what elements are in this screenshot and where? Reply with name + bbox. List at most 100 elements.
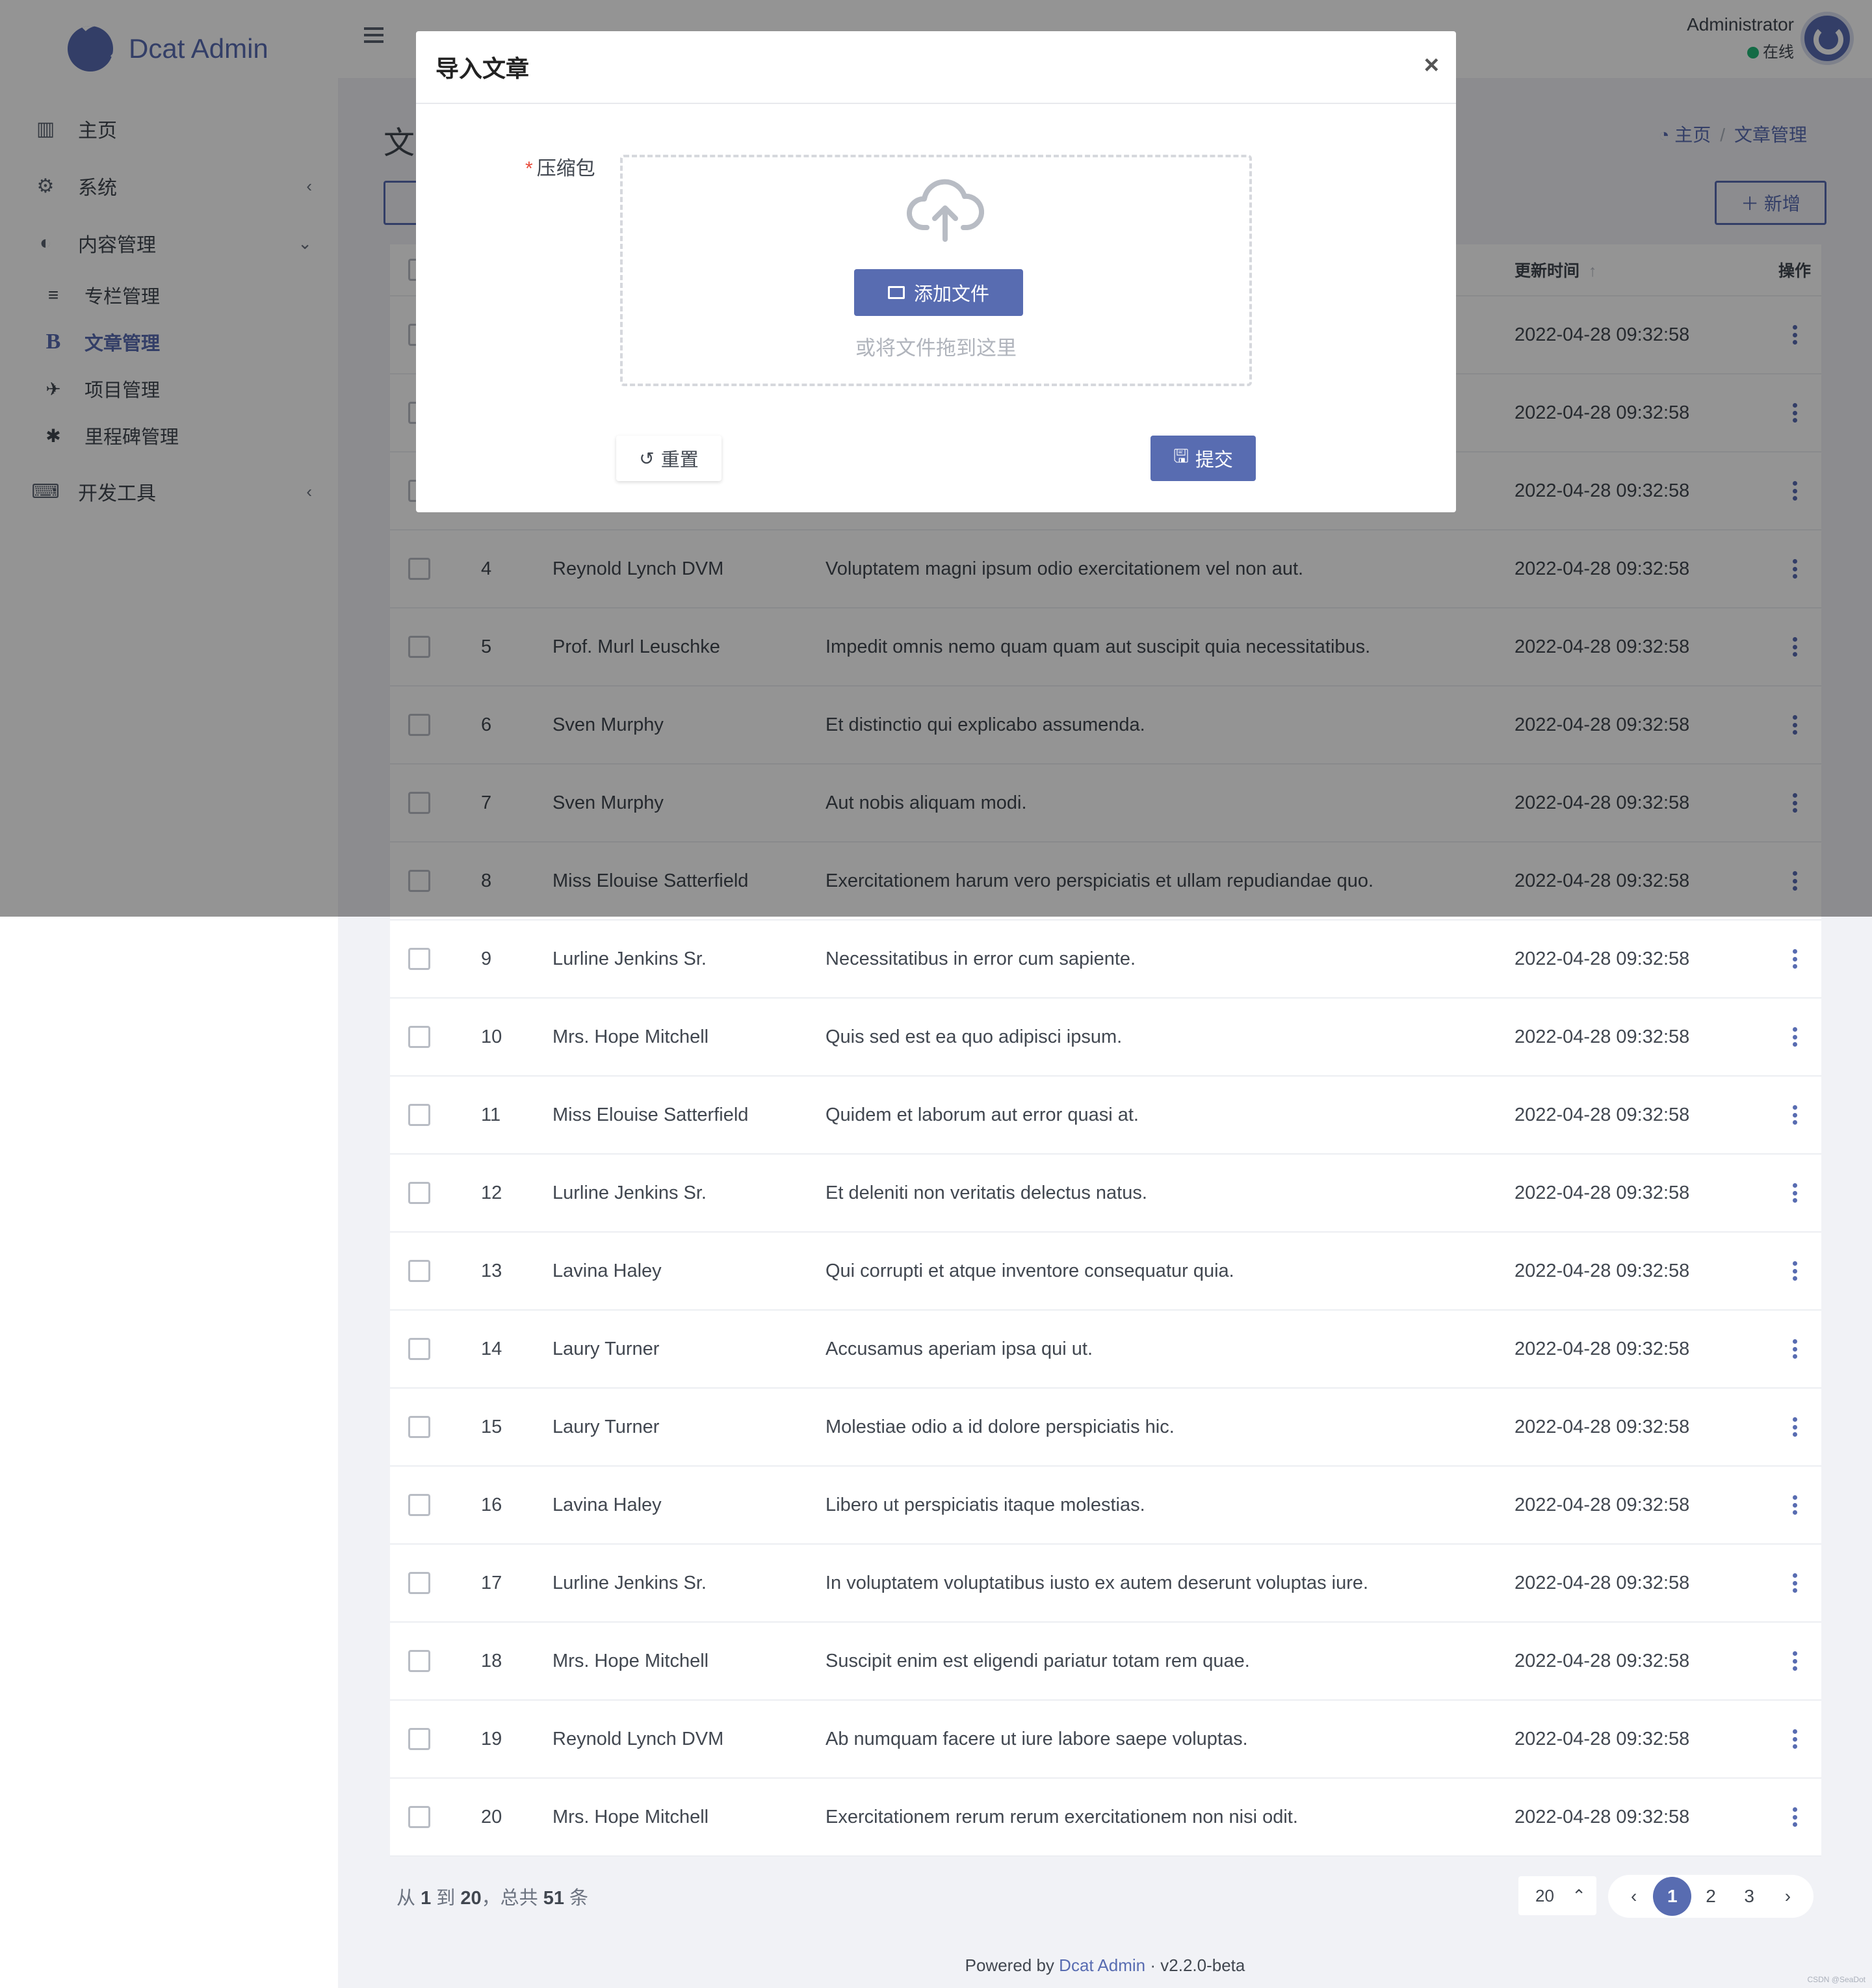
submit-button[interactable]: 🖫 提交 xyxy=(1150,436,1256,481)
table-row[interactable]: 20 Mrs. Hope Mitchell Exercitationem rerum… xyxy=(390,1779,1821,1857)
cell-title: Ab numquam facere ut iure labore saepe v… xyxy=(826,1728,1248,1749)
cell-id: 10 xyxy=(481,1026,502,1047)
more-vertical-icon[interactable] xyxy=(1791,1651,1798,1671)
table-row[interactable]: 14 Laury Turner Accusamus aperiam ipsa qui… xyxy=(390,1311,1821,1389)
cell-author: Mrs. Hope Mitchell xyxy=(552,1650,709,1671)
row-actions[interactable] xyxy=(1768,1183,1821,1203)
more-vertical-icon[interactable] xyxy=(1791,1339,1798,1359)
cell-title: Quidem et laborum aut error quasi at. xyxy=(826,1104,1139,1125)
table-row[interactable]: 11 Miss Elouise Satterfield Quidem et labo… xyxy=(390,1077,1821,1155)
cell-updated-time: 2022-04-28 09:32:58 xyxy=(1514,1728,1690,1749)
cell-author: Mrs. Hope Mitchell xyxy=(552,1806,709,1827)
row-checkbox[interactable] xyxy=(408,1650,430,1672)
more-vertical-icon[interactable] xyxy=(1791,1261,1798,1281)
row-checkbox[interactable] xyxy=(408,1806,430,1828)
more-vertical-icon[interactable] xyxy=(1791,1417,1798,1437)
more-vertical-icon[interactable] xyxy=(1791,1807,1798,1827)
page-2-button[interactable]: 2 xyxy=(1691,1877,1730,1916)
per-page-select[interactable]: 20 ⌃ xyxy=(1518,1876,1596,1915)
cell-id: 12 xyxy=(481,1182,502,1203)
pagination: ‹ 1 2 3 › xyxy=(1608,1875,1814,1918)
row-checkbox-cell xyxy=(390,1338,481,1360)
cell-updated-time: 2022-04-28 09:32:58 xyxy=(1514,1104,1690,1125)
add-file-button[interactable]: 添加文件 xyxy=(854,269,1023,316)
row-checkbox[interactable] xyxy=(408,1260,430,1282)
row-checkbox[interactable] xyxy=(408,1572,430,1594)
more-vertical-icon[interactable] xyxy=(1791,1183,1798,1203)
cell-updated-time: 2022-04-28 09:32:58 xyxy=(1514,1182,1690,1203)
more-vertical-icon[interactable] xyxy=(1791,949,1798,969)
summary-total: 51 xyxy=(543,1888,564,1909)
reset-button[interactable]: ↺ 重置 xyxy=(616,436,722,481)
cell-title: Qui corrupti et atque inventore consequa… xyxy=(826,1260,1234,1281)
page-1-button[interactable]: 1 xyxy=(1653,1877,1692,1916)
row-actions[interactable] xyxy=(1768,1573,1821,1593)
more-vertical-icon[interactable] xyxy=(1791,1573,1798,1593)
table-row[interactable]: 17 Lurline Jenkins Sr. In voluptatem volup… xyxy=(390,1545,1821,1623)
row-checkbox-cell xyxy=(390,1728,481,1750)
footer: Powered by Dcat Admin · v2.2.0-beta xyxy=(0,1955,1872,1976)
more-vertical-icon[interactable] xyxy=(1791,1729,1798,1749)
table-row[interactable]: 19 Reynold Lynch DVM Ab numquam facere ut … xyxy=(390,1701,1821,1779)
row-actions[interactable] xyxy=(1768,1729,1821,1749)
row-checkbox-cell xyxy=(390,948,481,970)
cell-title: Quis sed est ea quo adipisci ipsum. xyxy=(826,1026,1123,1047)
table-row[interactable]: 10 Mrs. Hope Mitchell Quis sed est ea quo … xyxy=(390,999,1821,1077)
chevron-up-icon: ⌃ xyxy=(1572,1885,1586,1905)
page-3-button[interactable]: 3 xyxy=(1730,1877,1769,1916)
row-actions[interactable] xyxy=(1768,1261,1821,1281)
row-checkbox[interactable] xyxy=(408,1494,430,1516)
file-dropzone[interactable]: 添加文件 或将文件拖到这里 xyxy=(620,155,1252,386)
row-checkbox-cell xyxy=(390,1026,481,1048)
next-page-button[interactable]: › xyxy=(1769,1877,1807,1916)
row-checkbox[interactable] xyxy=(408,1104,430,1126)
cell-title: Molestiae odio a id dolore perspiciatis … xyxy=(826,1416,1175,1437)
row-actions[interactable] xyxy=(1768,1027,1821,1047)
table-row[interactable]: 12 Lurline Jenkins Sr. Et deleniti non ver… xyxy=(390,1155,1821,1233)
row-checkbox[interactable] xyxy=(408,1416,430,1438)
prev-page-button[interactable]: ‹ xyxy=(1615,1877,1653,1916)
footer-dot: · xyxy=(1150,1955,1156,1975)
cell-updated-time: 2022-04-28 09:32:58 xyxy=(1514,1494,1690,1515)
row-actions[interactable] xyxy=(1768,949,1821,969)
pagination-summary: 从 1 到 20，总共 51 条 xyxy=(396,1883,588,1910)
table-row[interactable]: 13 Lavina Haley Qui corrupti et atque inve… xyxy=(390,1233,1821,1311)
table-row[interactable]: 15 Laury Turner Molestiae odio a id dolore… xyxy=(390,1389,1821,1467)
row-actions[interactable] xyxy=(1768,1807,1821,1827)
row-actions[interactable] xyxy=(1768,1651,1821,1671)
table-row[interactable]: 16 Lavina Haley Libero ut perspiciatis ita… xyxy=(390,1467,1821,1545)
folder-icon xyxy=(887,286,905,299)
summary-to: 20 xyxy=(460,1888,482,1909)
cell-updated-time: 2022-04-28 09:32:58 xyxy=(1514,948,1690,969)
row-actions[interactable] xyxy=(1768,1495,1821,1515)
row-checkbox[interactable] xyxy=(408,1728,430,1750)
row-actions[interactable] xyxy=(1768,1105,1821,1125)
row-checkbox-cell xyxy=(390,1806,481,1828)
cell-author: Lurline Jenkins Sr. xyxy=(552,1572,707,1593)
row-checkbox-cell xyxy=(390,1650,481,1672)
row-checkbox-cell xyxy=(390,1104,481,1126)
row-actions[interactable] xyxy=(1768,1339,1821,1359)
table-row[interactable]: 9 Lurline Jenkins Sr. Necessitatibus in er… xyxy=(390,921,1821,999)
dcat-admin-link[interactable]: Dcat Admin xyxy=(1059,1955,1145,1975)
summary-from: 1 xyxy=(421,1888,432,1909)
more-vertical-icon[interactable] xyxy=(1791,1495,1798,1515)
more-vertical-icon[interactable] xyxy=(1791,1027,1798,1047)
per-page-value: 20 xyxy=(1535,1885,1554,1905)
row-checkbox[interactable] xyxy=(408,1182,430,1204)
drop-hint: 或将文件拖到这里 xyxy=(855,337,1017,360)
summary-prefix: 从 xyxy=(396,1888,416,1909)
row-checkbox[interactable] xyxy=(408,948,430,970)
more-vertical-icon[interactable] xyxy=(1791,1105,1798,1125)
row-checkbox[interactable] xyxy=(408,1338,430,1360)
row-checkbox[interactable] xyxy=(408,1026,430,1048)
cell-id: 15 xyxy=(481,1416,502,1437)
table-row[interactable]: 18 Mrs. Hope Mitchell Suscipit enim est el… xyxy=(390,1623,1821,1701)
row-checkbox-cell xyxy=(390,1494,481,1516)
cell-title: Libero ut perspiciatis itaque molestias. xyxy=(826,1494,1145,1515)
cell-author: Lavina Haley xyxy=(552,1494,662,1515)
cell-title: Necessitatibus in error cum sapiente. xyxy=(826,948,1136,969)
row-actions[interactable] xyxy=(1768,1417,1821,1437)
cell-author: Lurline Jenkins Sr. xyxy=(552,948,707,969)
close-icon[interactable]: × xyxy=(1424,51,1439,80)
